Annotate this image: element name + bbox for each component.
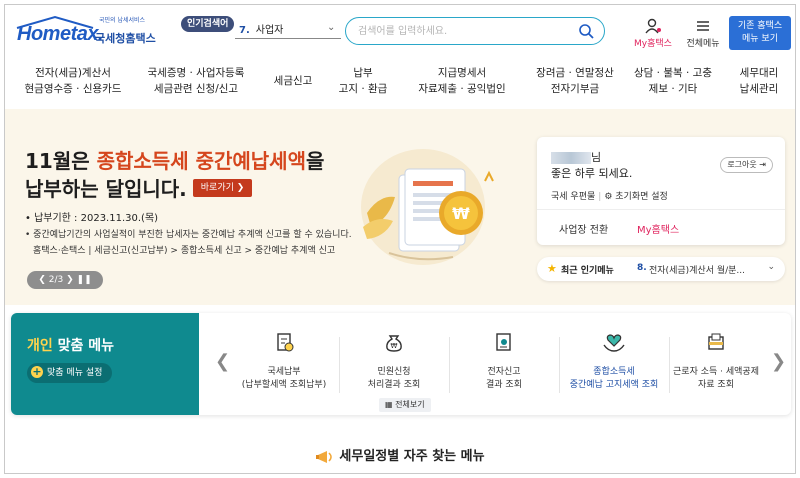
all-menu-button[interactable]: 전체메뉴 <box>681 18 725 49</box>
legacy-menu-button[interactable]: 기존 홈택스 메뉴 보기 <box>729 16 791 50</box>
popular-search-term: 사업자 <box>255 25 284 36</box>
link-separator: | <box>598 192 602 202</box>
view-all-label: 전체보기 <box>395 400 425 409</box>
custom-menu-setting-button[interactable]: + 맞춤 메뉴 설정 <box>27 363 113 383</box>
popular-search-item[interactable]: 7. 사업자 <box>239 21 283 36</box>
user-card: 님 좋은 하루 되세요. 로그아웃 ⇥ 국세 우편물 | ⚙ 초기화면 설정 사업장… <box>537 137 785 245</box>
my-hometax-card-link[interactable]: My홈택스 <box>637 221 679 236</box>
legacy-line1: 기존 홈택스 <box>737 21 783 31</box>
pm-item-label: 종합소득세 중간예납 고지세액 조회 <box>569 367 659 390</box>
pm-item-income-tax-interim[interactable]: 종합소득세 중간예납 고지세액 조회 <box>559 331 669 392</box>
pm-item-label: 근로자 소득 · 세액공제 자료 조회 <box>673 367 759 390</box>
pm-item-label: 민원신청 처리결과 조회 <box>367 367 421 390</box>
my-hometax-link[interactable]: My홈택스 <box>631 18 675 49</box>
tax-document-coin-illustration: ₩ <box>361 149 494 265</box>
personal-menu-title-b: 맞춤 메뉴 <box>52 338 115 354</box>
nav-certificates[interactable]: 국세증명 · 사업자등록 세금관련 신청/신고 <box>141 65 251 97</box>
nav-tax-filing[interactable]: 세금신고 <box>263 73 323 89</box>
business-switch-link[interactable]: 사업장 전환 <box>559 221 608 236</box>
logo-tagline: 국민의 납세서비스 <box>99 17 146 24</box>
user-name-suffix: 님 <box>591 151 602 164</box>
pm-item-tax-payment[interactable]: 국세납부 (납부할세액 조회납부) <box>229 331 339 392</box>
pm-item-civil-request[interactable]: ₩ 민원신청 처리결과 조회 <box>339 331 449 392</box>
recent-popular-rank: 8. <box>637 263 647 273</box>
pm-item-e-filing-result[interactable]: 전자신고 결과 조회 <box>449 331 559 392</box>
hero-title-line2: 납부하는 달입니다. <box>25 177 187 201</box>
gear-icon: ⚙ <box>604 192 613 202</box>
popular-search-badge: 인기검색어 <box>181 16 235 32</box>
nav-consulting[interactable]: 상담 · 불복 · 고충 제보 · 기타 <box>629 65 717 97</box>
pm-item-worker-deduction[interactable]: 근로자 소득 · 세액공제 자료 조회 <box>661 331 771 392</box>
hero-description: • 중간예납기간의 사업실적이 부진한 납세자는 중간예납 추계액 신고를 할 … <box>25 230 352 240</box>
personal-menu-title: 개인 맞춤 메뉴 <box>27 335 114 355</box>
section-title-text: 세무일정별 자주 찾는 메뉴 <box>339 449 485 464</box>
folder-document-icon <box>708 333 724 350</box>
main-nav: 전자(세금)계산서 현금영수증 · 신용카드 국세증명 · 사업자등록 세금관련… <box>5 65 795 107</box>
personal-menu-header: 개인 맞춤 메뉴 + 맞춤 메뉴 설정 <box>11 313 199 415</box>
hero-title: 11월은 종합소득세 중간예납세액을 납부하는 달입니다. 바로가기 ❯ <box>25 147 324 203</box>
browser-frame: 국민의 납세서비스 Hometax. 국세청홈택스 인기검색어 7. 사업자 ⌄ … <box>4 4 796 474</box>
section-title-schedule: 세무일정별 자주 찾는 메뉴 <box>5 445 795 466</box>
chevron-left-icon[interactable]: ❮ <box>215 351 230 372</box>
custom-menu-setting-label: 맞춤 메뉴 설정 <box>47 368 103 378</box>
chevron-down-icon[interactable]: ⌄ <box>767 262 775 272</box>
user-icon <box>645 18 661 34</box>
nav-statements[interactable]: 지급명세서 자료제출 · 공익법인 <box>407 65 517 97</box>
hero-title-highlight: 종합소득세 중간예납세액 <box>96 149 306 173</box>
user-links: 국세 우편물 | ⚙ 초기화면 설정 <box>551 189 668 202</box>
search-box <box>345 17 605 45</box>
personal-menu-title-a: 개인 <box>27 338 53 354</box>
nav-incentives[interactable]: 장려금 · 연말정산 전자기부금 <box>527 65 623 97</box>
star-icon: ★ <box>547 262 557 275</box>
popular-underline <box>235 38 341 39</box>
search-icon[interactable] <box>578 23 594 39</box>
legacy-line2: 메뉴 보기 <box>742 34 778 44</box>
pm-item-label: 국세납부 (납부할세액 조회납부) <box>241 367 327 390</box>
search-input[interactable] <box>358 23 558 39</box>
my-hometax-label: My홈택스 <box>634 39 672 49</box>
plus-icon: + <box>31 364 43 378</box>
user-card-footer: 사업장 전환 My홈택스 <box>537 209 785 245</box>
all-menu-label: 전체메뉴 <box>686 39 720 49</box>
hamburger-icon <box>697 21 709 31</box>
header: 국민의 납세서비스 Hometax. 국세청홈택스 인기검색어 7. 사업자 ⌄ … <box>5 5 795 61</box>
logo-wordmark: Hometax. <box>17 23 104 45</box>
logo-subtitle: 국세청홈택스 <box>95 32 156 45</box>
nav-payment[interactable]: 납부 고지 · 환급 <box>333 65 393 97</box>
slide-pager[interactable]: ❮ 2/3 ❯ ❚❚ <box>27 271 103 289</box>
go-button[interactable]: 바로가기 ❯ <box>192 178 253 197</box>
hero-title-pre: 11월은 <box>25 149 97 173</box>
logout-button[interactable]: 로그아웃 ⇥ <box>720 157 773 173</box>
document-search-icon <box>496 333 511 351</box>
init-setting-link[interactable]: 초기화면 설정 <box>615 192 668 202</box>
recent-popular-text: 전자(세금)계산서 월/분... <box>649 266 746 276</box>
chevron-right-icon[interactable]: ❯ <box>771 351 786 372</box>
svg-text:₩: ₩ <box>391 342 398 350</box>
megaphone-icon <box>316 450 333 463</box>
hero-title-line2-wrap: 납부하는 달입니다. 바로가기 ❯ <box>25 175 324 203</box>
hometax-logo[interactable]: 국민의 납세서비스 Hometax. 국세청홈택스 <box>15 15 175 49</box>
hero-title-post: 을 <box>305 149 325 173</box>
recent-popular-label: 최근 인기메뉴 <box>561 266 614 276</box>
heart-hands-icon <box>603 334 625 352</box>
money-bag-icon: ₩ <box>386 335 402 352</box>
nav-e-invoice[interactable]: 전자(세금)계산서 현금영수증 · 신용카드 <box>23 65 123 97</box>
hero-deadline: • 납부기한 : 2023.11.30.(목) <box>25 213 159 224</box>
user-greeting: 좋은 하루 되세요. <box>551 167 633 180</box>
popular-search-rank: 7. <box>239 25 250 36</box>
tax-bill-icon <box>277 333 294 352</box>
nav-tax-agent[interactable]: 세무대리 납세관리 <box>729 65 789 97</box>
chevron-down-icon[interactable]: ⌄ <box>327 22 335 33</box>
recent-popular-menu[interactable]: ★ 최근 인기메뉴 8. 전자(세금)계산서 월/분... ⌄ <box>537 257 785 281</box>
pm-item-label: 전자신고 결과 조회 <box>486 367 522 390</box>
mailbox-link[interactable]: 국세 우편물 <box>551 192 595 202</box>
masked-username <box>551 152 591 164</box>
view-all-button[interactable]: ▦ 전체보기 <box>379 398 431 412</box>
svg-text:₩: ₩ <box>452 204 470 223</box>
personal-menu-panel: 개인 맞춤 메뉴 + 맞춤 메뉴 설정 ❮ ❯ 국세납부 (납부할세액 조회납부)… <box>11 313 791 415</box>
hero-menu-path: 홈택스·손택스 | 세금신고(신고납부) > 종합소득세 신고 > 중간예납 추… <box>33 246 336 256</box>
user-name: 님 <box>551 149 601 165</box>
grid-icon: ▦ <box>385 400 393 409</box>
